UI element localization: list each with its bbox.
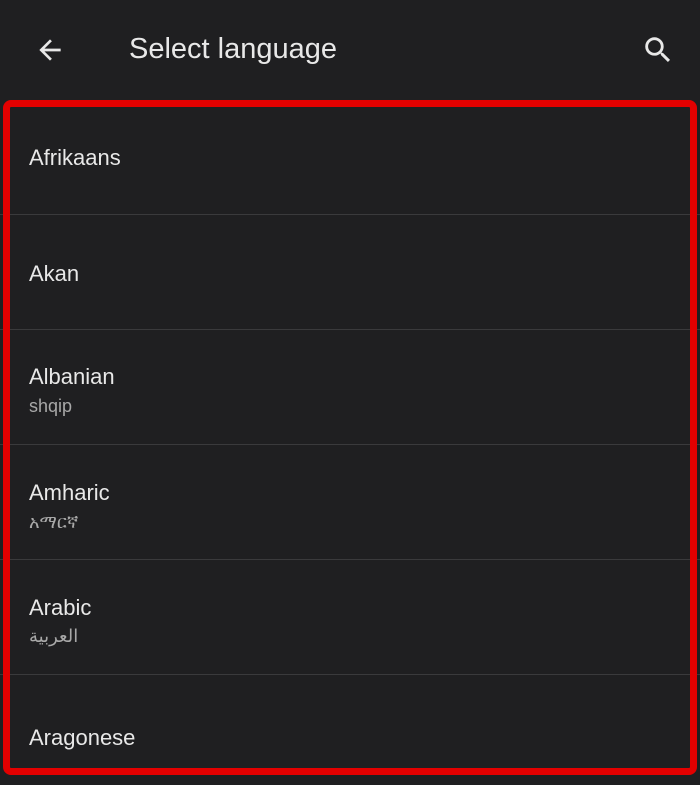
page-title: Select language <box>129 33 337 65</box>
search-button[interactable] <box>632 24 684 76</box>
language-name: Arabic <box>29 595 92 620</box>
language-item-akan[interactable]: Akan <box>0 215 700 330</box>
language-list: Afrikaans Akan Albanian shqip Amharic አማ… <box>0 100 700 785</box>
language-name: Afrikaans <box>29 145 121 170</box>
language-native-name: shqip <box>29 396 73 416</box>
language-native-name: العربية <box>29 626 79 646</box>
back-button[interactable] <box>24 24 76 76</box>
language-item-aragonese[interactable]: Aragonese <box>0 675 700 785</box>
language-item-albanian[interactable]: Albanian shqip <box>0 330 700 445</box>
search-icon <box>645 37 671 63</box>
language-picker-screen: Select language Afrikaans Akan Albanian … <box>0 0 700 785</box>
app-bar: Select language <box>0 0 700 100</box>
language-native-name: አማርኛ <box>29 512 79 532</box>
language-item-amharic[interactable]: Amharic አማርኛ <box>0 445 700 560</box>
arrow-back-icon <box>39 39 61 61</box>
language-name: Akan <box>29 261 80 286</box>
language-name: Amharic <box>29 480 110 505</box>
language-name: Albanian <box>29 364 115 389</box>
language-item-arabic[interactable]: Arabic العربية <box>0 560 700 675</box>
language-item-afrikaans[interactable]: Afrikaans <box>0 100 700 215</box>
language-name: Aragonese <box>29 725 136 750</box>
